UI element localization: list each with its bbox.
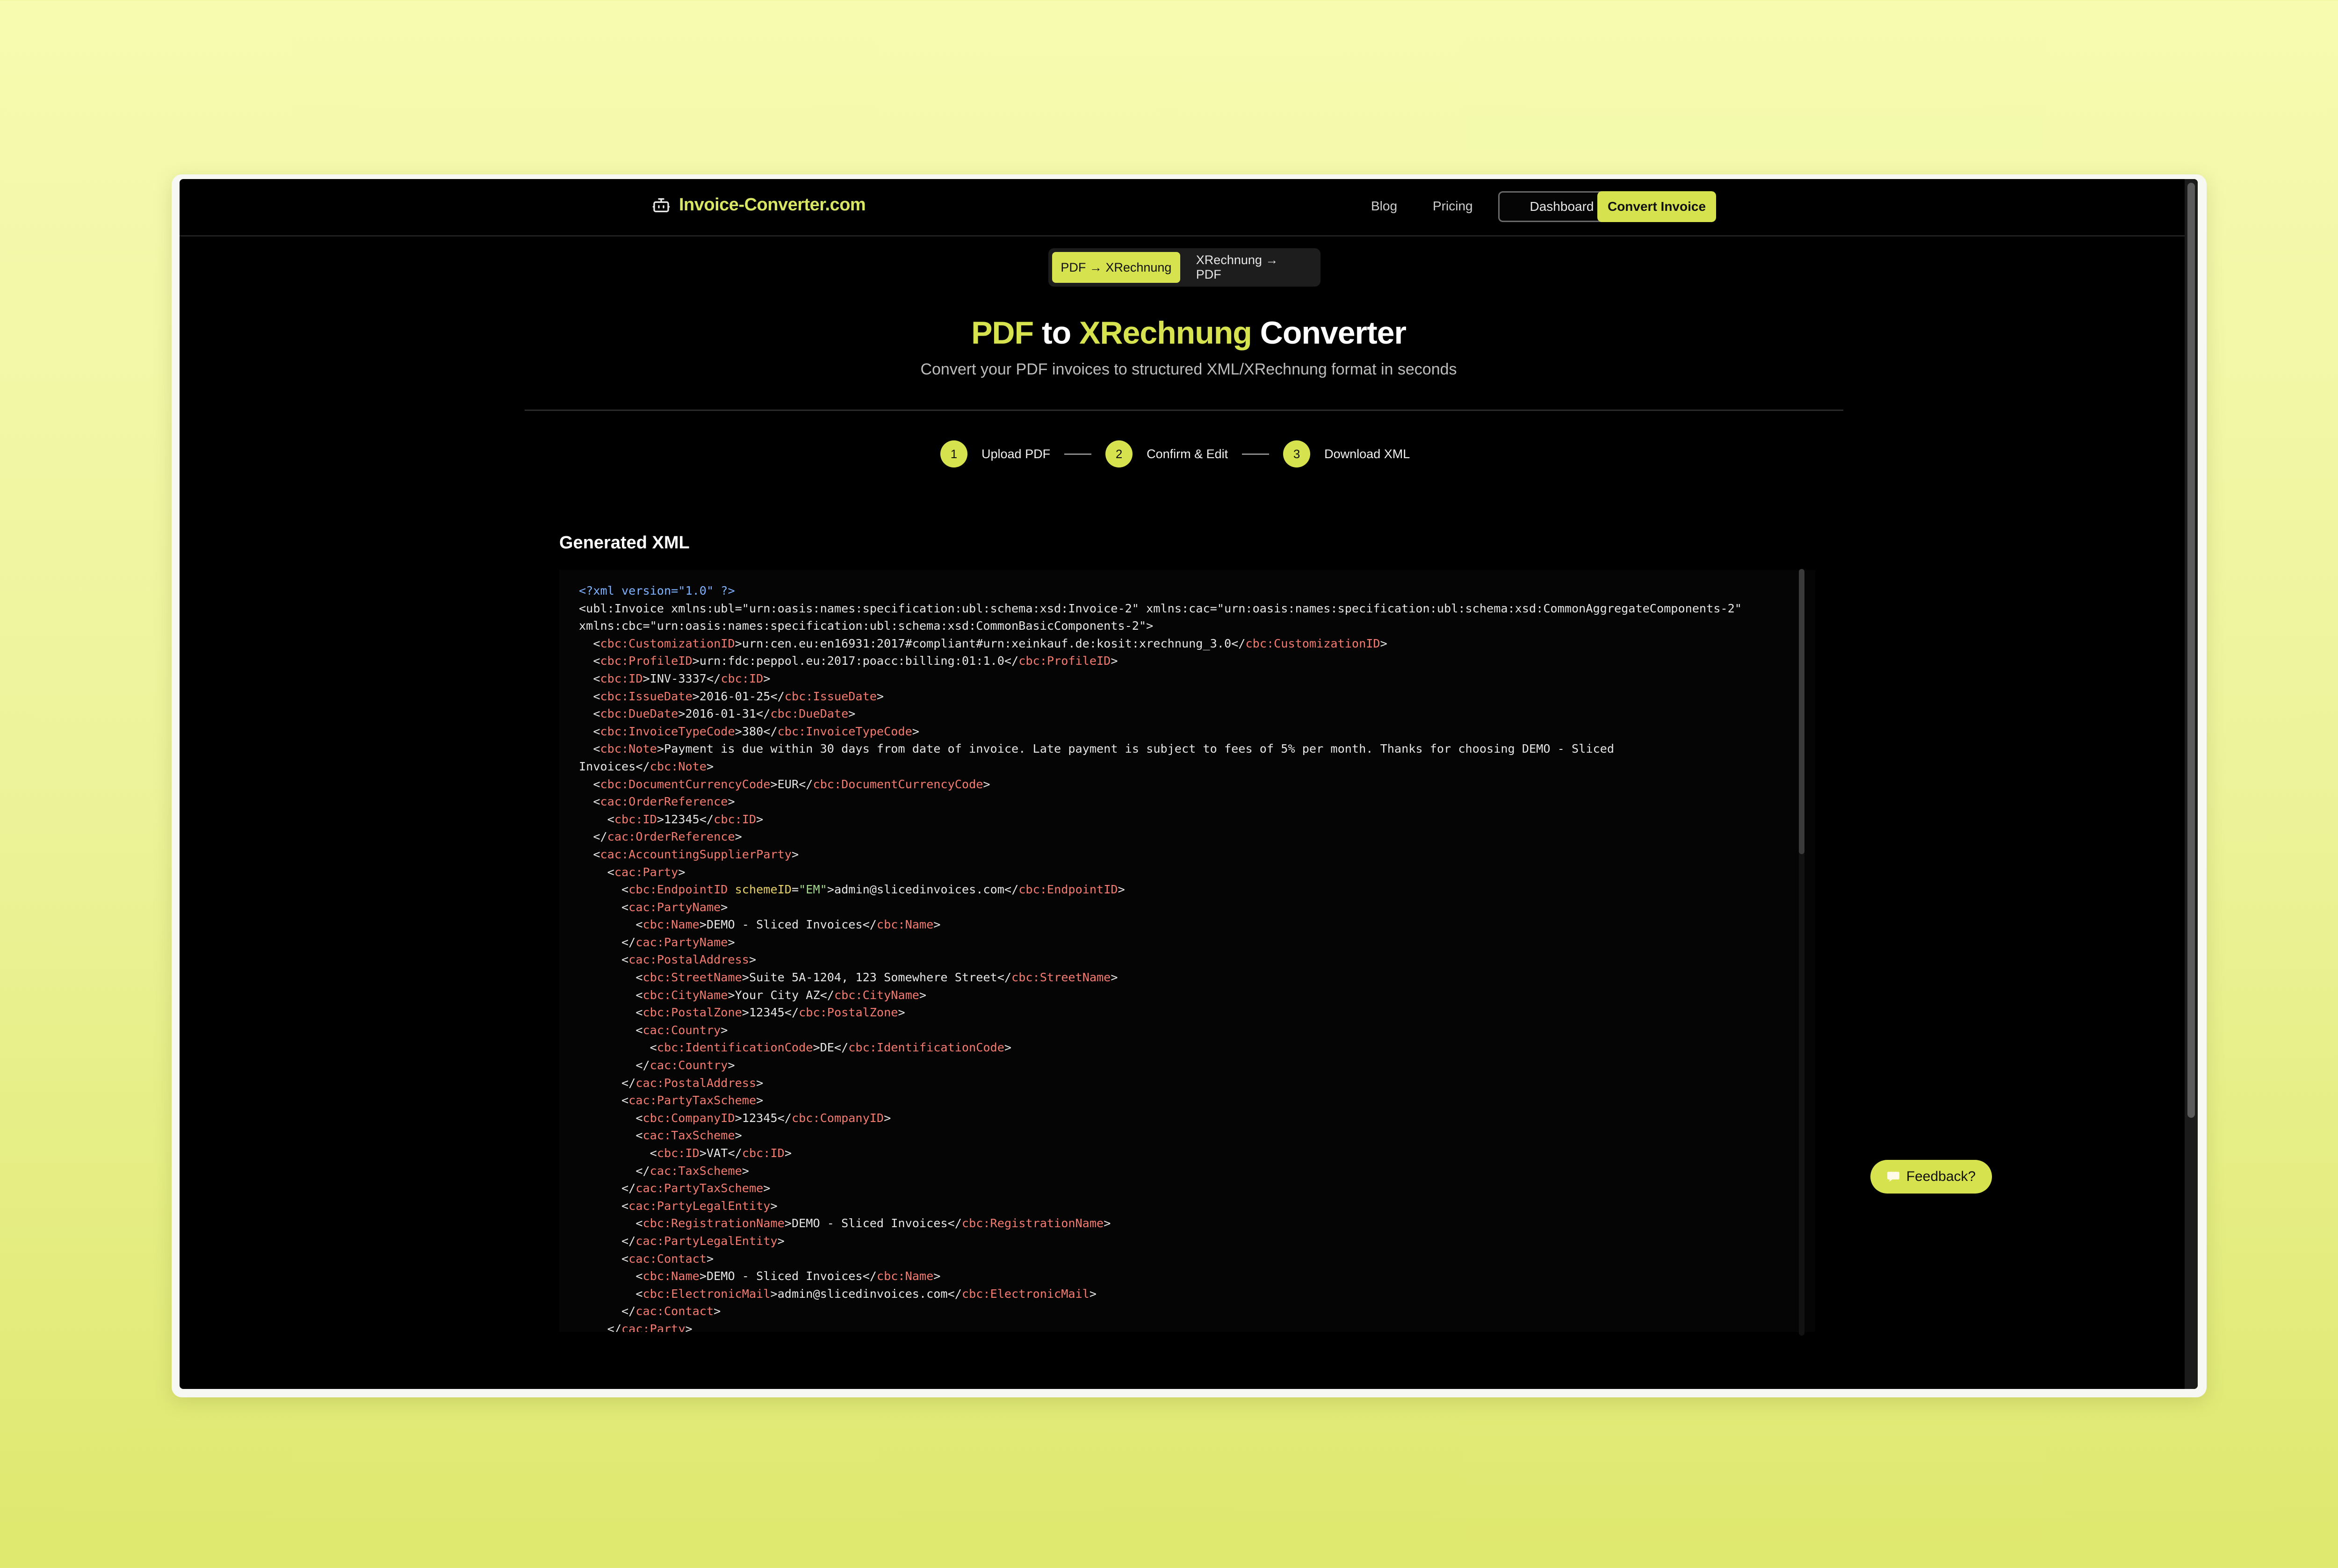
step-number: 3 [1283,440,1311,468]
xml-line: <cac:Party> [579,865,686,879]
xml-line: <cbc:ID>INV-3337</cbc:ID> [579,671,771,685]
xml-line: <cbc:RegistrationName>DEMO - Sliced Invo… [579,1216,1111,1230]
xml-line: </cac:TaxScheme> [579,1164,749,1178]
page-subtitle: Convert your PDF invoices to structured … [920,360,1457,378]
xml-line: <cbc:InvoiceTypeCode>380</cbc:InvoiceTyp… [579,724,919,738]
xml-line: <cbc:EndpointID schemeID="EM">admin@slic… [579,883,1125,897]
xml-line: <cbc:CompanyID>12345</cbc:CompanyID> [579,1111,891,1125]
mode-pdf-to-xrechnung[interactable]: PDF → XRechnung [1052,252,1180,283]
xml-line: </cac:PartyLegalEntity> [579,1234,785,1248]
xml-line: </cac:Party> [579,1322,693,1332]
step-confirm-edit: 2 Confirm & Edit [1105,440,1228,468]
conversion-mode-toggle: PDF → XRechnung XRechnung → PDF [1048,248,1321,287]
xml-line: <cac:AccountingSupplierParty> [579,847,799,861]
xml-line: <cbc:Name>DEMO - Sliced Invoices</cbc:Na… [579,918,941,932]
generated-xml-heading: Generated XML [559,533,690,553]
page-title: PDF to XRechnung Converter [180,315,2198,351]
xml-line: <cbc:PostalZone>12345</cbc:PostalZone> [579,1006,905,1020]
xml-line: <ubl:Invoice xmlns:ubl="urn:oasis:names:… [579,601,1742,615]
xml-line: <cbc:ProfileID>urn:fdc:peppol.eu:2017:po… [579,654,1118,668]
mode-xrechnung-to-pdf[interactable]: XRechnung → PDF [1183,252,1317,283]
xml-line: <cac:PartyTaxScheme> [579,1093,764,1108]
xml-line: <cbc:CustomizationID>urn:cen.eu:en16931:… [579,636,1387,650]
xml-line: </cac:Country> [579,1058,735,1072]
xml-line: <cbc:ID>12345</cbc:ID> [579,812,764,826]
step-download-xml: 3 Download XML [1283,440,1410,468]
xml-line: Invoices</cbc:Note> [579,759,714,773]
nav-blog-link[interactable]: Blog [1371,199,1397,214]
xml-line: xmlns:cbc="urn:oasis:names:specification… [579,619,1154,633]
xml-line: <cac:PostalAddress> [579,953,757,967]
xml-line: </cac:Contact> [579,1304,721,1318]
xml-line: <cbc:IssueDate>2016-01-25</cbc:IssueDate… [579,689,884,703]
xml-line: <?xml version="1.0" ?> [579,584,735,597]
page-scrollbar-track[interactable] [2185,179,2198,1389]
title-xrechnung: XRechnung [1079,315,1252,351]
brand-name: Invoice-Converter.com [679,195,866,215]
feedback-label: Feedback? [1906,1169,1976,1184]
chat-bubble-icon [1887,1172,1899,1182]
xml-line: </cac:PartyName> [579,935,735,949]
xml-line: <cbc:Name>DEMO - Sliced Invoices</cbc:Na… [579,1269,941,1283]
step-number: 2 [1105,440,1133,468]
feedback-button[interactable]: Feedback? [1870,1160,1992,1194]
step-upload-pdf: 1 Upload PDF [940,440,1050,468]
xml-code-viewer[interactable]: <?xml version="1.0" ?> <ubl:Invoice xmlns… [559,570,1815,1332]
title-pdf: PDF [971,315,1034,351]
step-label: Download XML [1324,446,1410,461]
title-to: to [1033,315,1080,351]
app-window: Invoice-Converter.com Blog Pricing Dashb… [180,179,2198,1389]
xml-line: <cbc:StreetName>Suite 5A-1204, 123 Somew… [579,971,1118,985]
xml-line: </cac:PostalAddress> [579,1076,764,1090]
xml-line: <cbc:ID>VAT</cbc:ID> [579,1146,792,1160]
code-scrollbar-thumb[interactable] [1799,569,1804,854]
page-scrollbar-thumb[interactable] [2187,183,2195,1118]
convert-invoice-button[interactable]: Convert Invoice [1597,191,1716,222]
xml-line: <cac:OrderReference> [579,795,735,809]
xml-line: </cac:OrderReference> [579,830,742,844]
xml-line: <cbc:CityName>Your City AZ</cbc:CityName… [579,988,927,1002]
step-label: Upload PDF [981,446,1051,461]
xml-line: <cac:PartyLegalEntity> [579,1199,778,1213]
xml-code[interactable]: <?xml version="1.0" ?> <ubl:Invoice xmlns… [559,570,1815,1332]
step-connector [1242,453,1270,455]
xml-line: <cac:Contact> [579,1252,714,1266]
xml-line: <cbc:DueDate>2016-01-31</cbc:DueDate> [579,707,856,721]
xml-line: <cbc:DocumentCurrencyCode>EUR</cbc:Docum… [579,777,990,791]
xml-line: <cac:TaxScheme> [579,1129,742,1143]
xml-line: </cac:PartyTaxScheme> [579,1181,771,1195]
xml-line: <cbc:Note>Payment is due within 30 days … [579,742,1614,756]
brand-logo[interactable]: Invoice-Converter.com [652,195,866,215]
nav-pricing-link[interactable]: Pricing [1433,199,1473,214]
step-connector [1064,453,1092,455]
progress-steps: 1 Upload PDF 2 Confirm & Edit 3 Download… [940,440,1410,468]
divider [525,410,1843,411]
xml-line: <cac:PartyName> [579,900,728,914]
robot-icon [652,198,670,212]
top-navbar: Invoice-Converter.com Blog Pricing Dashb… [180,179,2198,237]
step-label: Confirm & Edit [1147,446,1228,461]
step-number: 1 [940,440,967,468]
xml-line: <cac:Country> [579,1023,728,1037]
xml-line: <cbc:ElectronicMail>admin@slicedinvoices… [579,1287,1097,1301]
title-converter: Converter [1251,315,1407,351]
xml-line: <cbc:IdentificationCode>DE</cbc:Identifi… [579,1041,1012,1055]
